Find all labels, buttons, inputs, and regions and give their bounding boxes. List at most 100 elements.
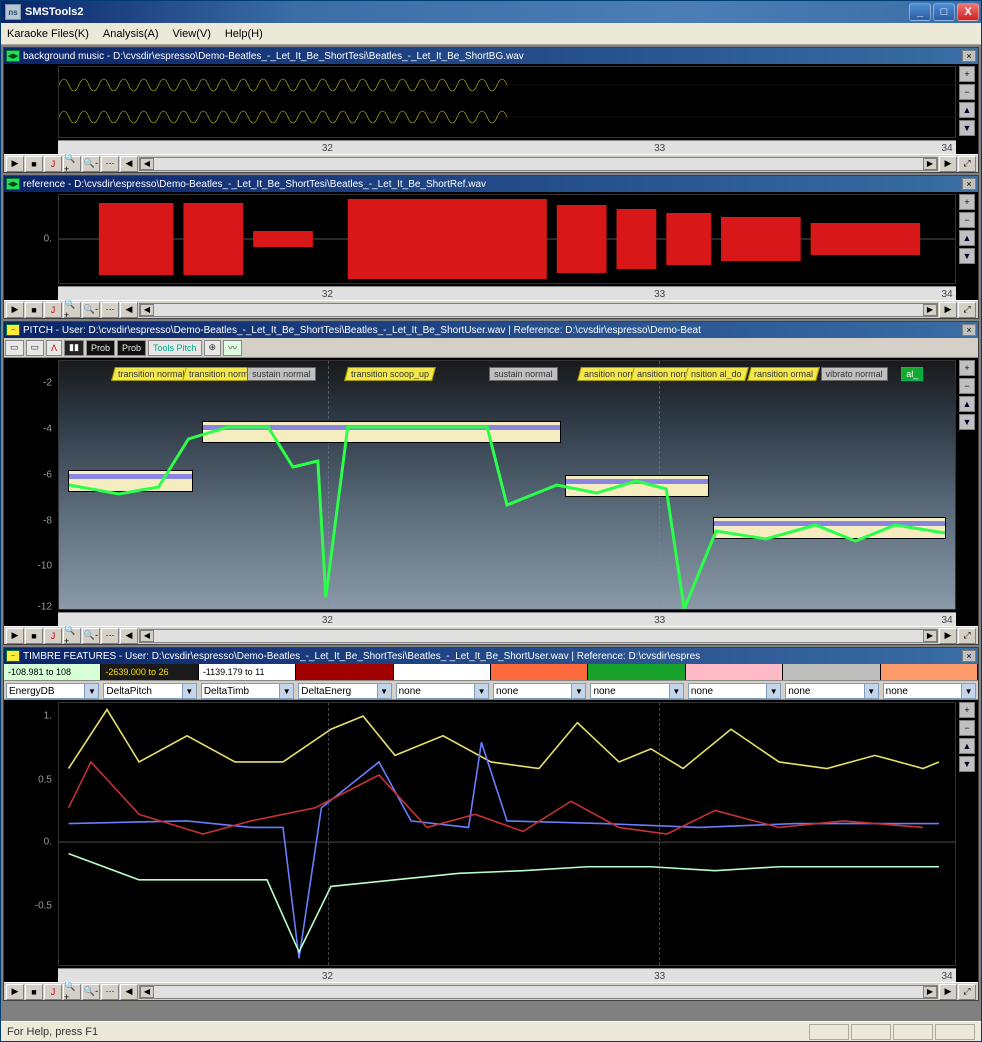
waveform-plot[interactable] xyxy=(58,66,956,138)
scroll-left-arrow-icon[interactable]: ◀ xyxy=(140,158,154,170)
pitch-plot[interactable]: transition normaltransition normalsustai… xyxy=(58,360,956,610)
zoom-out-button[interactable]: 🔍- xyxy=(82,984,100,1000)
maximize-button[interactable]: □ xyxy=(933,3,955,21)
zoom-out-icon[interactable]: − xyxy=(959,212,975,228)
menu-analysis[interactable]: Analysis(A) xyxy=(103,28,159,40)
pitch-tool-chip[interactable]: ▮▮ xyxy=(64,340,84,356)
reference-waveform-plot[interactable] xyxy=(58,194,956,284)
pitch-tools-chip[interactable]: Tools Pitch xyxy=(148,340,202,356)
play-button[interactable]: ▶ xyxy=(6,302,24,318)
pitch-tool-chip[interactable]: ▭ xyxy=(5,340,24,356)
zoom-out-button[interactable]: 🔍- xyxy=(82,302,100,318)
panel-close-button[interactable]: × xyxy=(962,178,976,190)
select-button[interactable]: ⋯ xyxy=(101,628,119,644)
scroll-left-arrow-icon[interactable]: ◀ xyxy=(140,304,154,316)
feature-select[interactable]: DeltaTimb▼ xyxy=(201,683,294,699)
arrow-down-icon[interactable]: ▼ xyxy=(959,414,975,430)
menu-help[interactable]: Help(H) xyxy=(225,28,263,40)
pitch-tool-chip[interactable]: ▭ xyxy=(26,340,45,356)
fit-view-button[interactable]: ⤢ xyxy=(958,628,976,644)
zoom-in-icon[interactable]: + xyxy=(959,360,975,376)
zoom-in-icon[interactable]: + xyxy=(959,702,975,718)
timbre-plot[interactable] xyxy=(58,702,956,966)
zoom-out-icon[interactable]: − xyxy=(959,720,975,736)
stop-button[interactable]: ■ xyxy=(25,156,43,172)
scroll-left-arrow-icon[interactable]: ◀ xyxy=(140,986,154,998)
scroll-left-button[interactable]: ◀ xyxy=(120,302,138,318)
arrow-up-icon[interactable]: ▲ xyxy=(959,738,975,754)
zoom-in-button[interactable]: 🔍+ xyxy=(63,302,81,318)
chevron-down-icon[interactable]: ▼ xyxy=(279,684,293,698)
zoom-out-icon[interactable]: − xyxy=(959,84,975,100)
zoom-out-icon[interactable]: − xyxy=(959,378,975,394)
horizontal-scrollbar[interactable]: ◀ ▶ xyxy=(139,157,938,171)
segment-label[interactable]: vibrato normal xyxy=(821,367,888,381)
feature-select[interactable]: DeltaEnerg▼ xyxy=(298,683,391,699)
chevron-down-icon[interactable]: ▼ xyxy=(474,684,488,698)
arrow-up-icon[interactable]: ▲ xyxy=(959,230,975,246)
menu-karaoke-files[interactable]: Karaoke Files(K) xyxy=(7,28,89,40)
chevron-down-icon[interactable]: ▼ xyxy=(864,684,878,698)
select-button[interactable]: ⋯ xyxy=(101,984,119,1000)
zoom-in-button[interactable]: 🔍+ xyxy=(63,156,81,172)
loop-button[interactable]: J xyxy=(44,984,62,1000)
feature-select[interactable]: none▼ xyxy=(590,683,683,699)
pitch-prob-chip[interactable]: Prob xyxy=(117,340,146,356)
zoom-in-icon[interactable]: + xyxy=(959,194,975,210)
fit-view-button[interactable]: ⤢ xyxy=(958,156,976,172)
scroll-left-button[interactable]: ◀ xyxy=(120,156,138,172)
panel-titlebar[interactable]: ◀▶ background music - D:\cvsdir\espresso… xyxy=(4,48,978,64)
zoom-in-button[interactable]: 🔍+ xyxy=(63,628,81,644)
scroll-right-button[interactable]: ▶ xyxy=(939,156,957,172)
feature-select[interactable]: none▼ xyxy=(688,683,781,699)
fit-view-button[interactable]: ⤢ xyxy=(958,984,976,1000)
chevron-down-icon[interactable]: ▼ xyxy=(766,684,780,698)
menu-view[interactable]: View(V) xyxy=(173,28,211,40)
select-button[interactable]: ⋯ xyxy=(101,156,119,172)
stop-button[interactable]: ■ xyxy=(25,628,43,644)
feature-select[interactable]: none▼ xyxy=(785,683,878,699)
horizontal-scrollbar[interactable]: ◀ ▶ xyxy=(139,629,938,643)
loop-button[interactable]: J xyxy=(44,628,62,644)
chevron-down-icon[interactable]: ▼ xyxy=(182,684,196,698)
scroll-left-arrow-icon[interactable]: ◀ xyxy=(140,630,154,642)
arrow-up-icon[interactable]: ▲ xyxy=(959,102,975,118)
panel-close-button[interactable]: × xyxy=(962,650,976,662)
horizontal-scrollbar[interactable]: ◀ ▶ xyxy=(139,303,938,317)
zoom-out-button[interactable]: 🔍- xyxy=(82,156,100,172)
chevron-down-icon[interactable]: ▼ xyxy=(669,684,683,698)
panel-titlebar[interactable]: ◀▶ reference - D:\cvsdir\espresso\Demo-B… xyxy=(4,176,978,192)
play-button[interactable]: ▶ xyxy=(6,984,24,1000)
select-button[interactable]: ⋯ xyxy=(101,302,119,318)
chevron-down-icon[interactable]: ▼ xyxy=(377,684,391,698)
zoom-out-button[interactable]: 🔍- xyxy=(82,628,100,644)
chevron-down-icon[interactable]: ▼ xyxy=(961,684,975,698)
segment-label[interactable]: transition scoop_up xyxy=(344,367,436,381)
stop-button[interactable]: ■ xyxy=(25,302,43,318)
loop-button[interactable]: J xyxy=(44,302,62,318)
scroll-right-button[interactable]: ▶ xyxy=(939,302,957,318)
scroll-right-button[interactable]: ▶ xyxy=(939,628,957,644)
pitch-prob-chip[interactable]: Prob xyxy=(86,340,115,356)
pitch-tool-chip[interactable]: ⊕ xyxy=(204,340,222,356)
segment-label[interactable]: nsition al_do xyxy=(684,367,748,381)
arrow-down-icon[interactable]: ▼ xyxy=(959,756,975,772)
segment-label[interactable]: sustain normal xyxy=(247,367,316,381)
play-button[interactable]: ▶ xyxy=(6,156,24,172)
pitch-curve-chip[interactable]: 〰 xyxy=(223,340,242,356)
arrow-down-icon[interactable]: ▼ xyxy=(959,120,975,136)
segment-label[interactable]: sustain normal xyxy=(489,367,558,381)
segment-label[interactable]: ransition ormal xyxy=(747,367,820,381)
horizontal-scrollbar[interactable]: ◀ ▶ xyxy=(139,985,938,999)
panel-close-button[interactable]: × xyxy=(962,324,976,336)
scroll-right-button[interactable]: ▶ xyxy=(939,984,957,1000)
scroll-right-arrow-icon[interactable]: ▶ xyxy=(923,158,937,170)
play-button[interactable]: ▶ xyxy=(6,628,24,644)
fit-view-button[interactable]: ⤢ xyxy=(958,302,976,318)
pitch-tool-chip[interactable]: Λ xyxy=(46,340,62,356)
chevron-down-icon[interactable]: ▼ xyxy=(84,684,98,698)
stop-button[interactable]: ■ xyxy=(25,984,43,1000)
loop-button[interactable]: J xyxy=(44,156,62,172)
segment-label[interactable]: transition normal xyxy=(111,367,191,381)
feature-select[interactable]: EnergyDB▼ xyxy=(6,683,99,699)
